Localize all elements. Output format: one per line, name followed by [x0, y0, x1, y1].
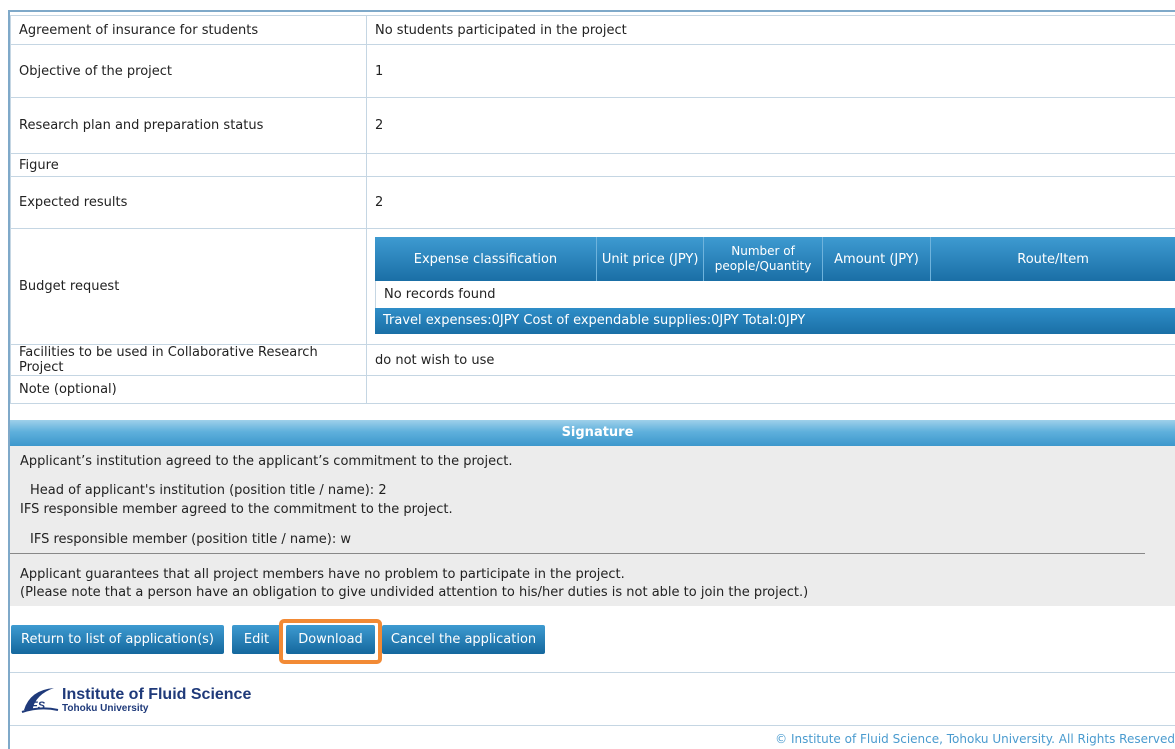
copyright-text: © Institute of Fluid Science, Tohoku Uni…: [775, 732, 1175, 746]
application-details-table: Agreement of insurance for students No s…: [10, 15, 1175, 404]
budget-table: Expense classification Unit price (JPY) …: [375, 237, 1175, 334]
col-header[interactable]: Unit price (JPY): [597, 237, 705, 281]
table-row: Objective of the project 1: [10, 44, 1175, 98]
row-label: Agreement of insurance for students: [10, 15, 367, 45]
row-value: No students participated in the project: [366, 15, 1175, 45]
col-header[interactable]: Amount (JPY): [823, 237, 932, 281]
budget-totals: Travel expenses:0JPY Cost of expendable …: [375, 308, 1175, 334]
signature-text: IFS responsible member (position title /…: [30, 532, 352, 547]
signature-text: IFS responsible member agreed to the com…: [20, 502, 453, 517]
signature-text: Applicant guarantees that all project me…: [20, 567, 625, 582]
table-row: Figure: [10, 153, 1175, 177]
row-value: 2: [366, 97, 1175, 154]
signature-section: Applicant’s institution agreed to the ap…: [10, 446, 1175, 606]
table-row: Expected results 2: [10, 176, 1175, 229]
row-label: Facilities to be used in Collaborative R…: [10, 344, 367, 376]
table-row: Note (optional): [10, 375, 1175, 404]
signature-text: (Please note that a person have an oblig…: [20, 585, 809, 600]
edit-button[interactable]: Edit: [232, 625, 281, 654]
row-value: [366, 153, 1175, 177]
org-name: Institute of Fluid Science: [62, 686, 252, 703]
divider: [10, 553, 1145, 554]
table-row: Agreement of insurance for students No s…: [10, 15, 1175, 45]
col-header[interactable]: Number of people/Quantity: [704, 237, 823, 281]
signature-header: Signature: [10, 420, 1175, 446]
cancel-application-button[interactable]: Cancel the application: [382, 625, 545, 654]
table-row: Facilities to be used in Collaborative R…: [10, 344, 1175, 376]
signature-text: Applicant’s institution agreed to the ap…: [20, 454, 513, 469]
divider: [10, 725, 1175, 726]
ifs-logo-icon: IFS: [21, 688, 59, 713]
row-value: 1: [366, 44, 1175, 98]
row-label: Objective of the project: [10, 44, 367, 98]
table-row: Budget request Expense classification Un…: [10, 228, 1175, 345]
table-row: Research plan and preparation status 2: [10, 97, 1175, 154]
download-button[interactable]: Download: [286, 625, 375, 654]
row-label: Research plan and preparation status: [10, 97, 367, 154]
empty-records-text: No records found: [375, 281, 1175, 308]
signature-text: Head of applicant's institution (positio…: [30, 483, 387, 498]
row-label: Figure: [10, 153, 367, 177]
row-label: Expected results: [10, 176, 367, 229]
row-label: Note (optional): [10, 375, 367, 404]
budget-table-header: Expense classification Unit price (JPY) …: [375, 237, 1175, 281]
row-value: [366, 375, 1175, 404]
col-header[interactable]: Expense classification: [375, 237, 597, 281]
row-label: Budget request: [10, 228, 367, 345]
university-name: Tohoku University: [62, 703, 149, 714]
return-to-list-button[interactable]: Return to list of application(s): [11, 625, 224, 654]
budget-cell: Expense classification Unit price (JPY) …: [366, 228, 1175, 345]
divider: [10, 672, 1175, 673]
logo-mark-text: IFS: [28, 700, 46, 712]
row-value: do not wish to use: [366, 344, 1175, 376]
col-header[interactable]: Route/Item: [931, 237, 1175, 281]
row-value: 2: [366, 176, 1175, 229]
